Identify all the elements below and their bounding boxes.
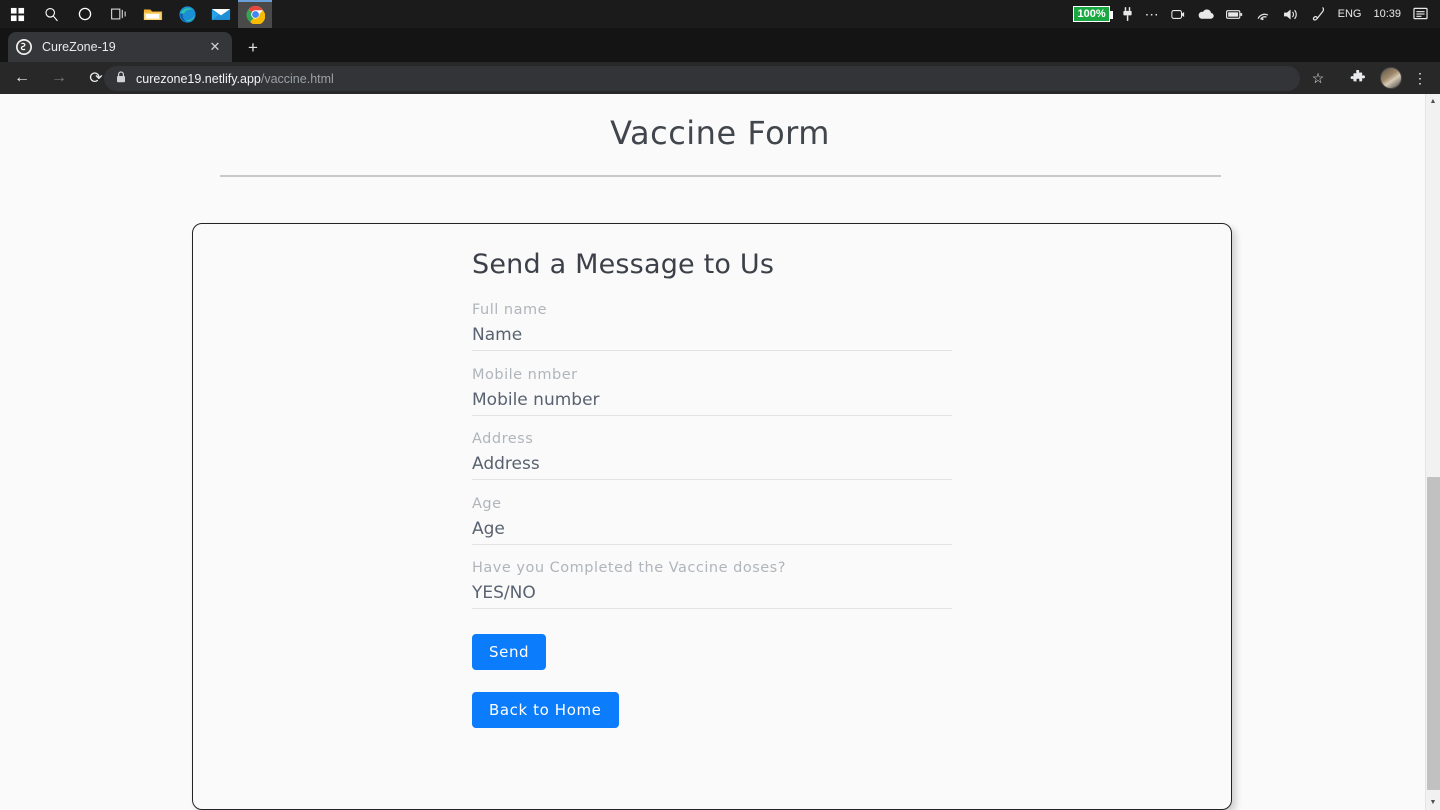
forward-button[interactable]: → <box>44 63 74 93</box>
taskbar-clock[interactable]: 10:39 <box>1367 0 1407 28</box>
taskbar-file-explorer-button[interactable] <box>136 0 170 28</box>
page-viewport: Vaccine Form Send a Message to Us Full n… <box>0 94 1440 810</box>
profile-avatar-button[interactable] <box>1378 62 1404 94</box>
field-mobile-number: Mobile nmber <box>472 367 952 416</box>
extensions-puzzle-icon[interactable] <box>1344 62 1372 94</box>
field-vaccine-doses: Have you Completed the Vaccine doses? <box>472 560 952 609</box>
notification-center-icon[interactable] <box>1407 0 1434 28</box>
avatar <box>1380 67 1402 89</box>
bookmark-star-icon[interactable]: ☆ <box>1304 62 1332 94</box>
scrollbar-down-arrow[interactable]: ▼ <box>1426 795 1440 810</box>
address-bar[interactable]: curezone19.netlify.app/vaccine.html <box>104 66 1300 91</box>
age-input[interactable] <box>472 517 952 545</box>
field-full-name: Full name <box>472 302 952 351</box>
tab-close-icon[interactable]: ✕ <box>206 38 224 56</box>
wifi-icon[interactable] <box>1249 0 1277 28</box>
taskbar-system-tray: 100% ⋯ ENG 10:39 <box>1067 0 1440 28</box>
scrollbar-thumb[interactable] <box>1427 477 1440 790</box>
scrollbar-up-arrow[interactable]: ▲ <box>1426 94 1440 109</box>
onedrive-cloud-icon[interactable] <box>1191 0 1220 28</box>
browser-toolbar: ← → ⟳ curezone19.netlify.app/vaccine.htm… <box>0 62 1440 94</box>
file-explorer-icon <box>143 9 163 20</box>
label-age: Age <box>472 495 502 512</box>
battery-percentage-badge[interactable]: 100% <box>1067 0 1115 28</box>
page-title: Vaccine Form <box>610 114 830 152</box>
taskbar-language-indicator[interactable]: ENG <box>1332 0 1368 28</box>
pen-icon[interactable] <box>1306 0 1332 28</box>
taskbar-pinned-apps <box>0 0 272 28</box>
taskbar-task-view-button[interactable] <box>102 0 136 28</box>
mobile-number-input[interactable] <box>472 388 952 416</box>
taskbar-chrome-button[interactable] <box>238 0 272 28</box>
label-address: Address <box>472 431 534 447</box>
taskbar-edge-button[interactable] <box>170 0 204 28</box>
form-heading: Send a Message to Us <box>472 249 775 280</box>
taskbar-cortana-button[interactable] <box>68 0 102 28</box>
tab-favicon-globe-icon <box>16 39 32 55</box>
task-view-icon <box>111 8 126 20</box>
browser-tab-strip: CureZone-19 ✕ + ▾ — ◻ ✕ <box>0 28 1440 82</box>
address-input[interactable] <box>472 453 952 480</box>
battery-icon[interactable] <box>1220 0 1249 28</box>
edge-browser-icon <box>178 5 196 23</box>
address-bar-url: curezone19.netlify.app/vaccine.html <box>136 72 334 86</box>
field-age: Age <box>472 496 952 545</box>
chrome-menu-button[interactable]: ⋮ <box>1408 62 1432 94</box>
field-address: Address <box>472 431 952 480</box>
tray-overflow-icon[interactable]: ⋯ <box>1139 0 1165 28</box>
send-button[interactable]: Send <box>472 633 547 670</box>
label-vaccine-doses: Have you Completed the Vaccine doses? <box>472 560 786 576</box>
back-button[interactable]: ← <box>7 63 37 93</box>
search-icon <box>44 7 58 21</box>
contact-form: Send a Message to Us Full name Mobile nm… <box>472 249 952 728</box>
label-full-name: Full name <box>472 302 548 318</box>
url-host: curezone19.netlify.app <box>136 71 261 86</box>
form-card: Send a Message to Us Full name Mobile nm… <box>192 223 1232 810</box>
vaccine-doses-input[interactable] <box>472 582 952 609</box>
browser-tab-curezone19[interactable]: CureZone-19 ✕ <box>8 32 232 62</box>
back-to-home-button[interactable]: Back to Home <box>472 691 619 728</box>
power-plug-icon[interactable] <box>1116 0 1139 28</box>
cortana-circle-icon <box>78 7 92 21</box>
mail-icon <box>211 8 231 20</box>
volume-icon[interactable] <box>1277 0 1306 28</box>
chrome-browser-icon <box>245 5 265 24</box>
taskbar-search-button[interactable] <box>34 0 68 28</box>
taskbar-mail-button[interactable] <box>204 0 238 28</box>
start-icon <box>10 7 24 21</box>
tab-title: CureZone-19 <box>42 40 116 54</box>
url-path: /vaccine.html <box>260 71 334 86</box>
lock-icon <box>116 71 126 86</box>
camera-icon[interactable] <box>1165 0 1191 28</box>
new-tab-button[interactable]: + <box>240 37 266 59</box>
label-mobile-number: Mobile nmber <box>472 366 578 383</box>
windows-taskbar: 100% ⋯ ENG 10:39 <box>0 0 1440 28</box>
start-button[interactable] <box>0 0 34 28</box>
page-scrollbar[interactable]: ▲ ▼ <box>1425 94 1440 810</box>
full-name-input[interactable] <box>472 324 952 351</box>
title-divider <box>219 175 1221 177</box>
